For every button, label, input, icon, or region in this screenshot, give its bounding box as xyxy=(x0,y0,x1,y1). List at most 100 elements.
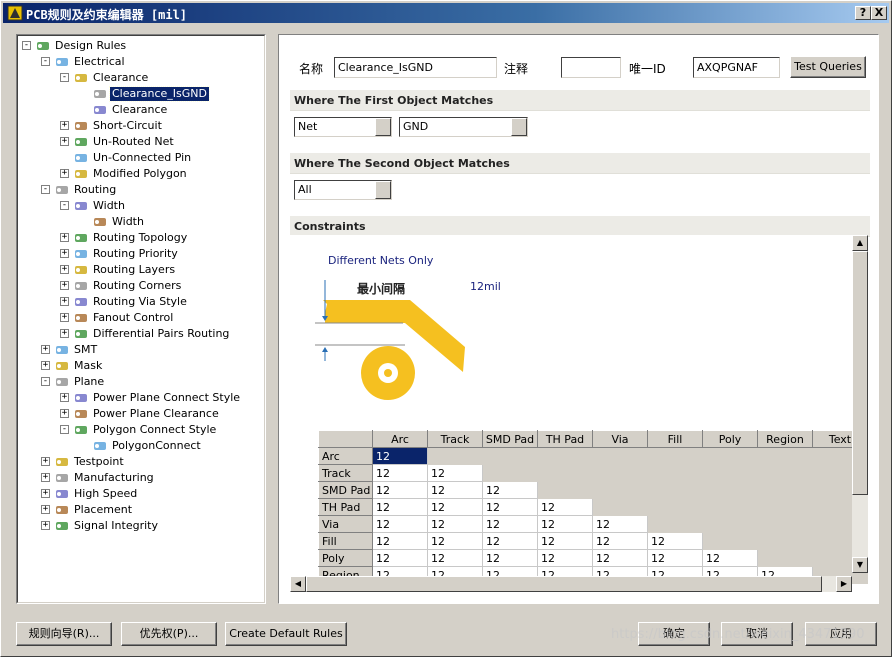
tree-node[interactable]: - Electrical xyxy=(18,54,264,70)
matrix-cell[interactable]: 12 xyxy=(427,515,483,533)
net-scope-label[interactable]: Different Nets Only xyxy=(328,254,433,267)
horizontal-scroll-thumb[interactable] xyxy=(306,576,822,592)
expand-icon[interactable]: + xyxy=(60,297,69,306)
expand-icon[interactable]: + xyxy=(60,169,69,178)
matrix-cell[interactable]: 12 xyxy=(482,515,538,533)
collapse-icon[interactable]: - xyxy=(41,377,50,386)
tree-node[interactable]: + Routing Via Style xyxy=(18,294,264,310)
expand-icon[interactable]: + xyxy=(60,329,69,338)
matrix-cell[interactable]: 12 xyxy=(537,532,593,550)
expand-icon[interactable]: + xyxy=(41,489,50,498)
tree-node[interactable]: + Placement xyxy=(18,502,264,518)
dropdown-arrow-icon[interactable] xyxy=(375,118,391,136)
matrix-cell[interactable]: 12 xyxy=(427,481,483,499)
scroll-right-arrow-icon[interactable]: ▶ xyxy=(836,576,852,592)
tree-node[interactable]: Un-Connected Pin xyxy=(18,150,264,166)
rule-wizard-button[interactable]: 规则向导(R)... xyxy=(16,622,112,646)
collapse-icon[interactable]: - xyxy=(60,201,69,210)
help-button[interactable]: ? xyxy=(855,6,871,20)
tree-node[interactable]: + Mask xyxy=(18,358,264,374)
tree-node[interactable]: PolygonConnect xyxy=(18,438,264,454)
tree-node[interactable]: - Polygon Connect Style xyxy=(18,422,264,438)
tree-node[interactable]: Clearance_IsGND xyxy=(18,86,264,102)
tree-node[interactable]: - Plane xyxy=(18,374,264,390)
collapse-icon[interactable]: - xyxy=(60,73,69,82)
tree-node[interactable]: + Modified Polygon xyxy=(18,166,264,182)
collapse-icon[interactable]: - xyxy=(41,57,50,66)
matrix-cell[interactable]: 12 xyxy=(427,464,483,482)
expand-icon[interactable]: + xyxy=(60,265,69,274)
matrix-cell[interactable]: 12 xyxy=(647,532,703,550)
first-object-type-select[interactable]: Net xyxy=(294,117,392,137)
tree-node[interactable]: + Un-Routed Net xyxy=(18,134,264,150)
tree-node[interactable]: + Signal Integrity xyxy=(18,518,264,534)
test-queries-button[interactable]: Test Queries xyxy=(790,56,866,78)
tree-node[interactable]: - Width xyxy=(18,198,264,214)
clearance-matrix[interactable]: Arc Track SMD Pad TH Pad Via Fill Poly Region Te… xyxy=(318,430,868,584)
title-bar[interactable]: PCB规则及约束编辑器 [mil] ? X xyxy=(3,3,889,23)
expand-icon[interactable]: + xyxy=(41,457,50,466)
expand-icon[interactable]: + xyxy=(41,505,50,514)
matrix-cell[interactable]: 12 xyxy=(372,447,428,465)
tree-node[interactable]: + Fanout Control xyxy=(18,310,264,326)
dropdown-arrow-icon[interactable] xyxy=(375,181,391,199)
expand-icon[interactable]: + xyxy=(60,393,69,402)
name-input[interactable]: Clearance_IsGND xyxy=(334,57,497,78)
expand-icon[interactable]: + xyxy=(60,249,69,258)
tree-node[interactable]: + Routing Layers xyxy=(18,262,264,278)
matrix-cell[interactable]: 12 xyxy=(482,498,538,516)
tree-node[interactable]: + Routing Corners xyxy=(18,278,264,294)
scroll-left-arrow-icon[interactable]: ◀ xyxy=(290,576,306,592)
expand-icon[interactable]: + xyxy=(60,121,69,130)
matrix-cell[interactable]: 12 xyxy=(372,532,428,550)
horizontal-scrollbar[interactable]: ◀ ▶ xyxy=(290,576,852,592)
tree-node[interactable]: - Clearance xyxy=(18,70,264,86)
tree-node[interactable]: + Power Plane Connect Style xyxy=(18,390,264,406)
collapse-icon[interactable]: - xyxy=(41,185,50,194)
tree-node[interactable]: + Routing Topology xyxy=(18,230,264,246)
tree-node[interactable]: + Differential Pairs Routing xyxy=(18,326,264,342)
matrix-cell[interactable]: 12 xyxy=(537,498,593,516)
close-button[interactable]: X xyxy=(871,6,887,20)
expand-icon[interactable]: + xyxy=(60,233,69,242)
expand-icon[interactable]: + xyxy=(60,313,69,322)
dropdown-arrow-icon[interactable] xyxy=(511,118,527,136)
matrix-cell[interactable]: 12 xyxy=(427,532,483,550)
tree-node[interactable]: + Short-Circuit xyxy=(18,118,264,134)
matrix-cell[interactable]: 12 xyxy=(372,481,428,499)
tree-node[interactable]: Width xyxy=(18,214,264,230)
matrix-cell[interactable]: 12 xyxy=(537,515,593,533)
scroll-down-arrow-icon[interactable]: ▼ xyxy=(852,557,868,573)
tree-node[interactable]: + Manufacturing xyxy=(18,470,264,486)
matrix-cell[interactable]: 12 xyxy=(592,549,648,567)
rule-tree[interactable]: - Design Rules - Electrical - Clearance Cleara… xyxy=(16,34,266,604)
tree-node[interactable]: - Design Rules xyxy=(18,38,264,54)
comment-input[interactable] xyxy=(561,57,621,78)
expand-icon[interactable]: + xyxy=(60,137,69,146)
tree-node[interactable]: + SMT xyxy=(18,342,264,358)
expand-icon[interactable]: + xyxy=(41,345,50,354)
matrix-cell[interactable]: 12 xyxy=(482,481,538,499)
matrix-cell[interactable]: 12 xyxy=(482,549,538,567)
first-object-net-select[interactable]: GND xyxy=(399,117,528,137)
tree-node[interactable]: + Power Plane Clearance xyxy=(18,406,264,422)
expand-icon[interactable]: + xyxy=(60,409,69,418)
expand-icon[interactable]: + xyxy=(41,521,50,530)
scroll-up-arrow-icon[interactable]: ▲ xyxy=(852,235,868,251)
vertical-scrollbar[interactable]: ▲ ▼ xyxy=(852,235,868,573)
tree-node[interactable]: - Routing xyxy=(18,182,264,198)
expand-icon[interactable]: + xyxy=(60,281,69,290)
matrix-cell[interactable]: 12 xyxy=(592,515,648,533)
expand-icon[interactable]: + xyxy=(41,361,50,370)
matrix-cell[interactable]: 12 xyxy=(372,515,428,533)
matrix-cell[interactable]: 12 xyxy=(702,549,758,567)
expand-icon[interactable]: + xyxy=(41,473,50,482)
unique-id-input[interactable]: AXQPGNAF xyxy=(693,57,780,78)
matrix-cell[interactable]: 12 xyxy=(372,498,428,516)
matrix-cell[interactable]: 12 xyxy=(647,549,703,567)
matrix-cell[interactable]: 12 xyxy=(372,464,428,482)
collapse-icon[interactable]: - xyxy=(60,425,69,434)
matrix-cell[interactable]: 12 xyxy=(482,532,538,550)
matrix-cell[interactable]: 12 xyxy=(592,532,648,550)
tree-node[interactable]: + Routing Priority xyxy=(18,246,264,262)
